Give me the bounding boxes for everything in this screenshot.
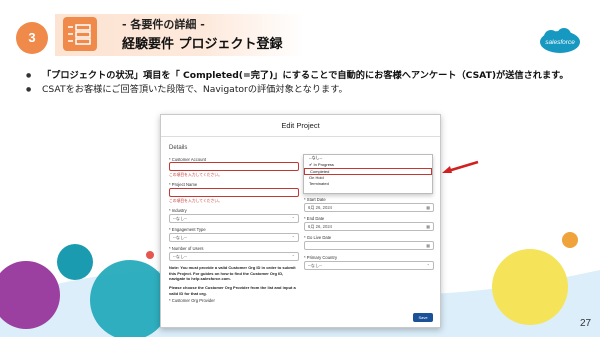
chevron-down-icon: ⌃ bbox=[291, 216, 295, 221]
go-live-date-label: * Go Live Date bbox=[304, 235, 332, 240]
end-date-field[interactable]: 6月 26, 2024 ▦ bbox=[304, 222, 434, 231]
section-details: Details bbox=[169, 145, 188, 151]
salesforce-logo: salesforce bbox=[538, 27, 582, 55]
chevron-down-icon: ⌃ bbox=[426, 263, 430, 268]
primary-country-label: * Primary Country bbox=[304, 255, 338, 260]
primary-country-value: --なし-- bbox=[308, 263, 322, 268]
calendar-icon[interactable]: ▦ bbox=[426, 223, 430, 231]
industry-value: --なし-- bbox=[173, 216, 187, 221]
page-title: 経験要件 プロジェクト登録 bbox=[122, 37, 283, 52]
industry-label: * Industry bbox=[169, 208, 187, 213]
project-name-label: * Project Name bbox=[169, 182, 198, 187]
primary-country-select[interactable]: --なし-- ⌃ bbox=[304, 261, 434, 270]
number-of-users-value: --なし-- bbox=[173, 254, 187, 259]
chevron-down-icon: ⌃ bbox=[291, 235, 295, 240]
step-number-badge: 3 bbox=[16, 22, 48, 54]
go-live-date-field[interactable]: ▦ bbox=[304, 241, 434, 250]
customer-account-error: この項目を入力してください。 bbox=[169, 173, 222, 177]
project-status-dropdown[interactable]: --なし-- ✔ In Progress Completed On Hold T… bbox=[303, 154, 433, 194]
org-id-note: Note: You must provide a valid Customer … bbox=[169, 265, 296, 281]
bullet-list: 「プロジェクトの状況」項目を「 Completed(=完了)」にすることで自動的… bbox=[26, 70, 586, 98]
start-date-value: 6月 26, 2024 bbox=[308, 205, 332, 210]
chevron-down-icon: ⌃ bbox=[291, 254, 295, 259]
customer-org-provider-label: * Customer Org Provider bbox=[169, 298, 215, 303]
page-number: 27 bbox=[580, 318, 592, 329]
end-date-value: 6月 26, 2024 bbox=[308, 224, 332, 229]
engagement-type-value: --なし-- bbox=[173, 235, 187, 240]
start-date-label: * Start Date bbox=[304, 197, 326, 202]
calendar-icon[interactable]: ▦ bbox=[426, 204, 430, 212]
edit-project-modal: Edit Project Details * Customer Account … bbox=[160, 114, 441, 328]
red-arrow-icon bbox=[442, 160, 479, 173]
number-of-users-label: * Number of Users bbox=[169, 246, 204, 251]
customer-account-field[interactable] bbox=[169, 162, 299, 171]
end-date-label: * End Date bbox=[304, 216, 325, 221]
project-name-field[interactable] bbox=[169, 188, 299, 197]
start-date-field[interactable]: 6月 26, 2024 ▦ bbox=[304, 203, 434, 212]
number-of-users-select[interactable]: --なし-- ⌃ bbox=[169, 252, 299, 261]
header-subtitle: - 各要件の詳細 - bbox=[122, 18, 205, 31]
engagement-type-label: * Engagement Type bbox=[169, 227, 206, 232]
org-provider-note: Please choose the Customer Org Provider … bbox=[169, 285, 296, 296]
save-button[interactable]: Save bbox=[413, 313, 433, 322]
dropdown-option[interactable]: Terminated bbox=[304, 181, 432, 188]
engagement-type-select[interactable]: --なし-- ⌃ bbox=[169, 233, 299, 242]
logo-text: salesforce bbox=[545, 39, 575, 46]
industry-select[interactable]: --なし-- ⌃ bbox=[169, 214, 299, 223]
list-icon bbox=[63, 17, 97, 51]
bullet-2: CSATをお客様にご回答頂いた段階で、Navigatorの評価対象となります。 bbox=[26, 84, 586, 96]
project-name-error: この項目を入力してください。 bbox=[169, 199, 222, 203]
modal-title: Edit Project bbox=[161, 115, 440, 137]
bullet-1: 「プロジェクトの状況」項目を「 Completed(=完了)」にすることで自動的… bbox=[26, 70, 586, 82]
calendar-icon[interactable]: ▦ bbox=[426, 242, 430, 250]
